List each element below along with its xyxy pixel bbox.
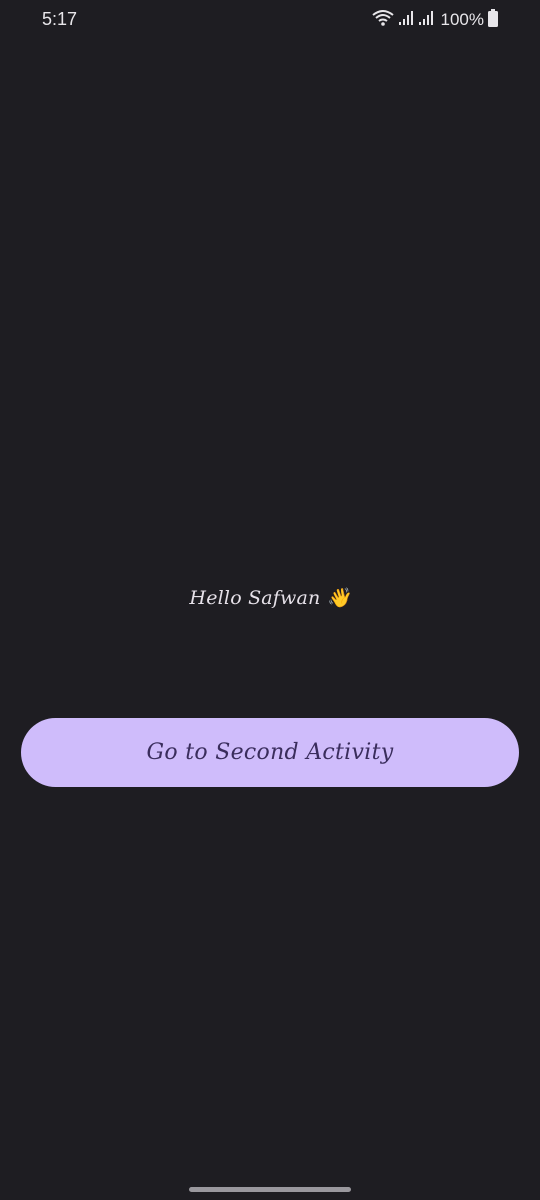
- status-time: 5:17: [42, 9, 78, 29]
- app-screen: 5:17 100% Hello Safwan 👋 Go to Second Ac…: [0, 0, 540, 1200]
- signal-icon: [418, 10, 434, 30]
- status-bar: 5:17 100%: [0, 0, 540, 40]
- button-label: Go to Second Activity: [146, 740, 394, 765]
- greeting-text: Hello Safwan 👋: [189, 587, 351, 609]
- status-icons: 100%: [371, 9, 498, 31]
- signal-icon: [398, 10, 414, 30]
- go-to-second-activity-button[interactable]: Go to Second Activity: [21, 718, 519, 787]
- battery-percentage: 100%: [440, 10, 484, 29]
- battery-icon: [488, 9, 498, 31]
- wifi-icon: [371, 9, 394, 31]
- gesture-navigation-handle[interactable]: [189, 1187, 351, 1192]
